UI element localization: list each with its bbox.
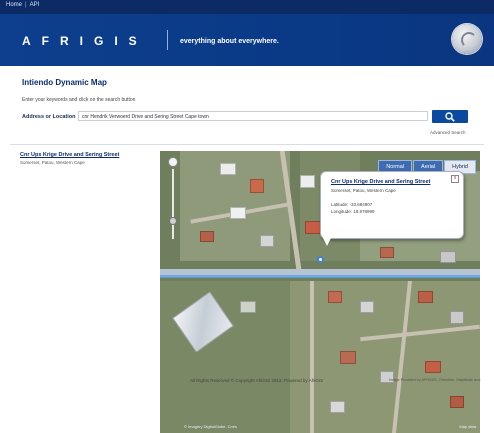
building-roof <box>418 291 433 303</box>
map-type-tabs: Normal Aerial Hybrid <box>377 155 476 174</box>
address-label: Address or Location <box>22 114 76 120</box>
zoom-handle[interactable] <box>169 217 177 225</box>
map-block <box>160 281 290 433</box>
footer-attribution: Image Provided by AFRIGIS. Orientale, Ma… <box>389 378 481 382</box>
building-roof <box>300 175 315 188</box>
building-roof <box>328 291 342 303</box>
map-attribution: Map data <box>459 424 476 429</box>
popup-subtitle: Somerset, Patou, Western Cape <box>331 188 396 193</box>
building-roof <box>220 163 236 175</box>
building-roof <box>200 231 214 242</box>
building-roof <box>250 179 264 193</box>
map-road <box>160 275 480 278</box>
result-subtitle: Somerset, Patou, Western Cape <box>20 160 85 165</box>
building-roof <box>240 301 256 313</box>
afrigis-logo[interactable]: AFRIGIS <box>22 34 148 48</box>
breadcrumb-api-link[interactable]: API <box>30 2 40 8</box>
breadcrumb-separator: | <box>25 2 27 8</box>
main-content: Intiendo Dynamic Map Enter your keywords… <box>0 66 494 433</box>
map-canvas[interactable]: Normal Aerial Hybrid Cnr Ups Krige Drive a… <box>160 151 480 433</box>
breadcrumb-home-link[interactable]: Home <box>6 2 22 8</box>
building-roof <box>305 221 321 234</box>
building-roof <box>330 401 345 413</box>
footer-copyright: All Rights Reserved © Copyright AfriGIS … <box>190 378 324 383</box>
section-divider <box>10 144 484 145</box>
map-block <box>290 281 480 433</box>
zoom-track[interactable] <box>172 169 174 239</box>
building-roof <box>260 235 274 247</box>
location-info-popup: Cnr Ups Krige Drive and Sering Street So… <box>320 171 464 239</box>
globe-icon <box>452 24 482 54</box>
popup-longitude: Longitude: 18.978999 <box>331 209 375 214</box>
building-roof <box>230 207 246 219</box>
close-icon[interactable]: x <box>451 175 459 183</box>
building-roof <box>360 301 374 313</box>
popup-pointer <box>322 236 332 246</box>
zoom-slider[interactable] <box>168 157 178 247</box>
address-search-input[interactable]: cnr Hendrik Verwoerd Drive and Sering St… <box>78 111 428 121</box>
location-marker-icon[interactable] <box>317 256 324 263</box>
banner-divider <box>167 30 168 50</box>
building-roof <box>380 247 394 258</box>
page-title: Intiendo Dynamic Map <box>22 78 107 87</box>
map-road <box>310 281 314 433</box>
map-copyright: © Imagery DigitalGlobe, Cnes <box>184 424 237 429</box>
page-description: Enter your keywords and click on the sea… <box>22 97 136 103</box>
popup-latitude: Latitude: -33.684907 <box>331 202 373 207</box>
building-roof <box>340 351 356 364</box>
search-icon <box>445 112 455 122</box>
building-roof <box>450 311 464 324</box>
brand-banner: AFRIGIS everything about everywhere. <box>0 14 494 66</box>
banner-tagline: everything about everywhere. <box>180 38 279 45</box>
search-button[interactable] <box>432 110 468 123</box>
top-nav-bar: Home | API <box>0 0 494 14</box>
search-result[interactable]: Cnr Ups Krige Drive and Sering Street So… <box>20 152 119 165</box>
popup-title[interactable]: Cnr Ups Krige Drive and Sering Street <box>331 179 430 185</box>
building-roof <box>450 396 464 408</box>
building-roof <box>440 251 456 263</box>
breadcrumb: Home | API <box>6 2 39 8</box>
building-roof <box>425 361 441 373</box>
advanced-search-link[interactable]: Advanced Search <box>430 130 466 135</box>
zoom-in-button[interactable] <box>168 157 178 167</box>
result-title[interactable]: Cnr Ups Krige Drive and Sering Street <box>20 152 119 158</box>
